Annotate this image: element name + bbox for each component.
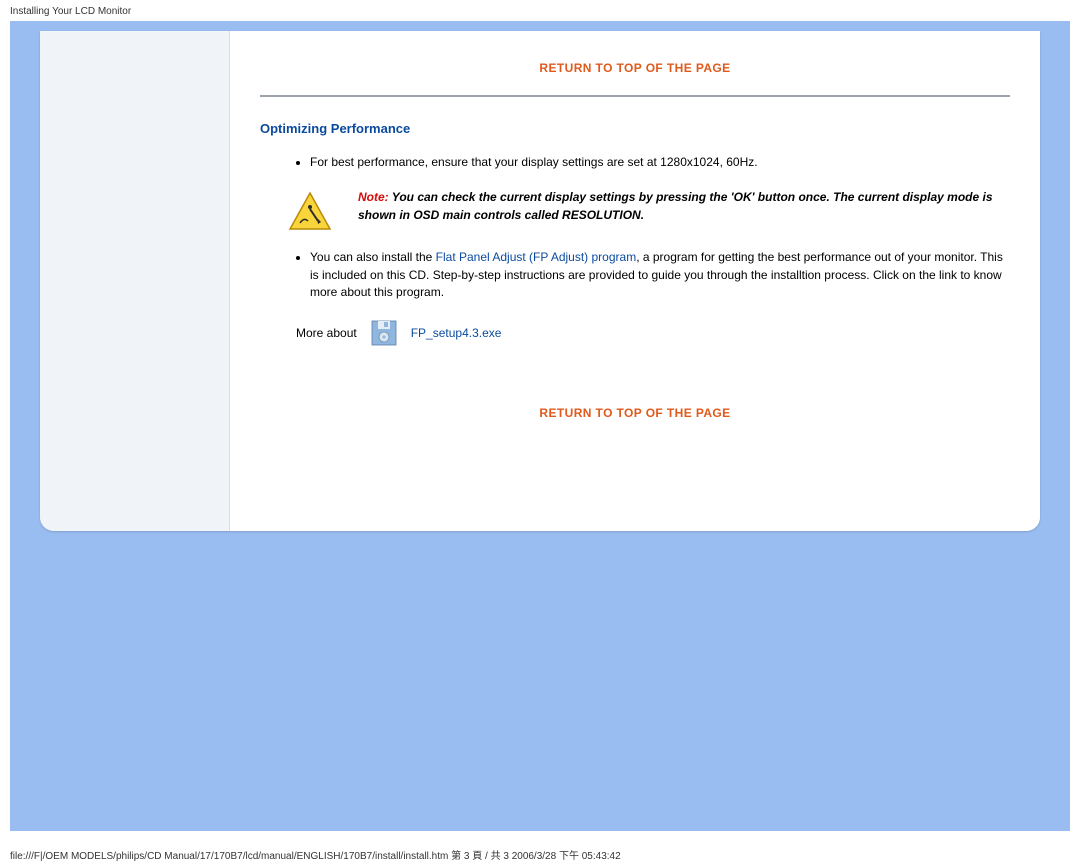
bullet-performance: For best performance, ensure that your d… [310,154,1010,171]
more-about-label: More about [296,326,357,340]
page-background: RETURN TO TOP OF THE PAGE Optimizing Per… [10,21,1070,831]
section-title: Optimizing Performance [260,121,1010,136]
footer-path: file:///F|/OEM MODELS/philips/CD Manual/… [0,841,1080,868]
return-bottom-link[interactable]: RETURN TO TOP OF THE PAGE [260,406,1010,420]
warning-icon [288,191,332,231]
fp-setup-file-link[interactable]: FP_setup4.3.exe [411,326,502,340]
divider [260,95,1010,97]
main-content: RETURN TO TOP OF THE PAGE Optimizing Per… [230,31,1040,531]
floppy-icon [371,320,397,346]
more-about-row: More about FP_setup4.3.exe [296,320,1010,346]
fp-adjust-link[interactable]: Flat Panel Adjust (FP Adjust) program [436,250,637,264]
bullet-fpadjust: You can also install the Flat Panel Adju… [310,249,1010,301]
note-block: Note: You can check the current display … [288,189,1010,231]
content-panel: RETURN TO TOP OF THE PAGE Optimizing Per… [40,31,1040,531]
note-body: You can check the current display settin… [358,190,993,221]
sidebar [40,31,230,531]
bullet2-pre: You can also install the [310,250,436,264]
note-label: Note: [358,190,392,204]
page-title: Installing Your LCD Monitor [0,0,1080,19]
return-top-link[interactable]: RETURN TO TOP OF THE PAGE [260,61,1010,75]
note-text: Note: You can check the current display … [358,189,1010,224]
